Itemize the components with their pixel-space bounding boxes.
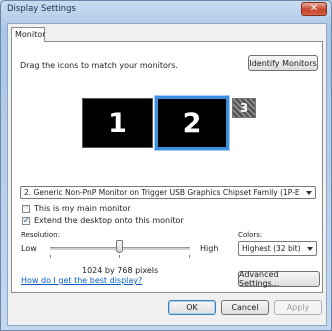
extend-desktop-checkbox[interactable]: ✓ bbox=[22, 217, 30, 225]
slider-tick bbox=[50, 255, 51, 258]
colors-select[interactable]: Highest (32 bit) bbox=[238, 241, 317, 256]
ok-button[interactable]: OK bbox=[168, 300, 216, 315]
monitor-tab-panel: Drag the icons to match your monitors. I… bbox=[11, 41, 323, 293]
main-monitor-label[interactable]: This is my main monitor bbox=[34, 204, 131, 213]
dialog-client-area: Monitor Drag the icons to match your mon… bbox=[7, 23, 327, 326]
display-settings-window: Display Settings ✕ Monitor Drag the icon… bbox=[0, 0, 332, 331]
identify-monitors-button[interactable]: Identify Monitors bbox=[248, 55, 318, 71]
close-icon: ✕ bbox=[309, 3, 319, 14]
slider-tick bbox=[189, 255, 190, 258]
monitor-2-icon[interactable]: 2 bbox=[155, 96, 229, 150]
checkmark-icon: ✓ bbox=[23, 216, 30, 225]
resolution-value: 1024 by 768 pixels bbox=[82, 266, 159, 275]
close-button[interactable]: ✕ bbox=[301, 2, 327, 16]
monitor-1-icon[interactable]: 1 bbox=[82, 98, 153, 148]
display-select-value: 2. Generic Non-PnP Monitor on Trigger US… bbox=[24, 188, 300, 197]
chevron-down-icon bbox=[307, 246, 313, 251]
window-title: Display Settings bbox=[7, 4, 76, 14]
resolution-label: Resolution: bbox=[21, 231, 60, 239]
display-select[interactable]: 2. Generic Non-PnP Monitor on Trigger US… bbox=[20, 186, 316, 199]
resolution-low-label: Low bbox=[21, 244, 37, 253]
help-link[interactable]: How do I get the best display? bbox=[21, 276, 142, 285]
main-monitor-checkbox[interactable] bbox=[22, 205, 30, 213]
slider-tick bbox=[119, 255, 120, 258]
resolution-slider-thumb[interactable] bbox=[115, 240, 123, 253]
extend-desktop-label[interactable]: Extend the desktop onto this monitor bbox=[34, 216, 184, 225]
colors-select-value: Highest (32 bit) bbox=[242, 244, 301, 253]
tab-monitor[interactable]: Monitor bbox=[11, 27, 45, 42]
apply-button[interactable]: Apply bbox=[274, 300, 322, 315]
cancel-button[interactable]: Cancel bbox=[221, 300, 269, 315]
monitor-3-icon[interactable]: 3 bbox=[232, 98, 256, 118]
resolution-high-label: High bbox=[200, 244, 219, 253]
colors-label: Colors: bbox=[238, 231, 263, 239]
chevron-down-icon bbox=[306, 190, 312, 195]
advanced-settings-button[interactable]: Advanced Settings... bbox=[238, 270, 320, 288]
instructions-text: Drag the icons to match your monitors. bbox=[20, 61, 178, 70]
